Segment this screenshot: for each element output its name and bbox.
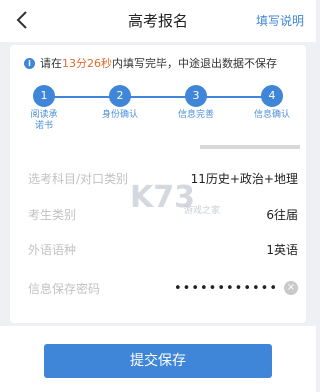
countdown-notice: i 请在 13分26秒 内填写完毕，中途退出数据不保存 xyxy=(24,55,277,71)
notice-prefix: 请在 xyxy=(40,57,62,70)
password-row[interactable]: 信息保存密码 •••••••••••• × xyxy=(28,277,298,299)
step-number: 1 xyxy=(33,85,55,107)
field-value: 1英语 xyxy=(266,242,298,257)
form-row-language[interactable]: 外语语种 1英语 xyxy=(28,238,298,260)
step-number: 4 xyxy=(261,85,283,107)
field-label: 选考科目/对口类别 xyxy=(28,171,129,186)
step-2: 2 身份确认 xyxy=(90,85,150,121)
step-label: 信息确认 xyxy=(253,110,290,120)
countdown-time: 13分26秒 xyxy=(62,57,112,70)
field-label: 考生类别 xyxy=(28,207,77,222)
step-number: 3 xyxy=(185,85,207,107)
clear-icon[interactable]: × xyxy=(284,281,298,295)
step-connector xyxy=(44,96,272,98)
step-3: 3 信息完善 xyxy=(166,85,226,121)
watermark-logo: K73 游戏之家 xyxy=(130,180,220,216)
step-1: 1 阅读承诺书 xyxy=(14,85,74,132)
watermark-sub: 游戏之家 xyxy=(184,204,220,216)
password-label: 信息保存密码 xyxy=(28,281,101,296)
password-field[interactable]: •••••••••••• xyxy=(174,281,278,296)
field-value: 6往届 xyxy=(266,207,298,222)
field-label: 外语语种 xyxy=(28,242,77,257)
step-label: 阅读承诺书 xyxy=(30,110,58,131)
step-4: 4 信息确认 xyxy=(242,85,302,121)
submit-button[interactable]: 提交保存 xyxy=(44,344,272,378)
notice-suffix: 内填写完毕，中途退出数据不保存 xyxy=(112,57,277,70)
info-icon: i xyxy=(24,57,35,69)
scrolled-row-remnant xyxy=(200,145,300,149)
help-link[interactable]: 填写说明 xyxy=(256,12,304,29)
header-bar: 高考报名 填写说明 xyxy=(0,0,316,42)
step-number: 2 xyxy=(109,85,131,107)
step-label: 身份确认 xyxy=(101,110,138,120)
footer-bar: 提交保存 xyxy=(0,326,316,392)
form-card: i 请在 13分26秒 内填写完毕，中途退出数据不保存 1 阅读承诺书 2 身份… xyxy=(10,45,306,323)
progress-steps: 1 阅读承诺书 2 身份确认 3 信息完善 4 信息确认 xyxy=(10,85,306,135)
step-label: 信息完善 xyxy=(177,110,214,120)
